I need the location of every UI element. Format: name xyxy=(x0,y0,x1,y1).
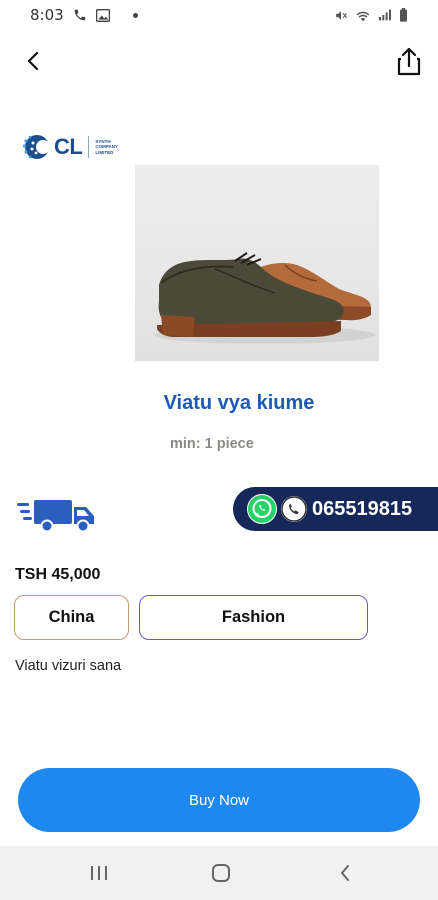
share-button[interactable] xyxy=(394,44,424,78)
signal-icon xyxy=(378,9,392,21)
status-bar: 8:03 xyxy=(0,0,438,30)
recent-apps-button[interactable] xyxy=(84,860,114,886)
back-button[interactable] xyxy=(18,46,48,76)
buy-now-button[interactable]: Buy Now xyxy=(18,768,420,832)
wifi-icon xyxy=(355,9,371,22)
home-button[interactable] xyxy=(206,860,236,886)
recent-apps-icon xyxy=(91,866,107,880)
product-title: Viatu vya kiume xyxy=(163,392,315,414)
image-icon xyxy=(95,8,110,22)
phone-icon xyxy=(281,496,307,522)
home-icon xyxy=(212,864,230,882)
phone-number: 065519815 xyxy=(312,497,413,520)
call-icon xyxy=(73,8,87,22)
logo-subtext: SYNTH COMPANY LIMITED xyxy=(95,138,118,155)
system-back-button[interactable] xyxy=(330,860,360,886)
share-icon xyxy=(397,47,421,76)
mute-icon xyxy=(334,9,348,22)
logo-brand-text: CL xyxy=(54,134,83,159)
battery-icon xyxy=(399,8,408,22)
product-description: Viatu vizuri sana xyxy=(15,658,122,674)
arrow-left-icon xyxy=(27,51,39,71)
product-image[interactable] xyxy=(135,165,379,361)
product-card[interactable]: CL SYNTH COMPANY LIMITED Viatu vya kiume… xyxy=(12,100,410,472)
back-icon xyxy=(341,865,349,881)
buy-now-label: Buy Now xyxy=(188,791,250,809)
category-tag-label: Fashion xyxy=(221,608,286,626)
status-time: 8:03 xyxy=(30,6,64,24)
delivery-truck-icon xyxy=(17,497,97,533)
origin-tag-label: China xyxy=(48,608,95,626)
origin-tag[interactable]: China xyxy=(14,595,129,640)
price-label: TSH 45,000 xyxy=(15,566,101,583)
contact-whatsapp-button[interactable]: 065519815 xyxy=(233,487,438,531)
company-logo: CL SYNTH COMPANY LIMITED xyxy=(22,133,135,161)
app-bar xyxy=(0,40,438,84)
system-nav-bar xyxy=(0,846,438,900)
whatsapp-icon xyxy=(247,494,277,524)
logo-mark-icon xyxy=(22,133,50,161)
min-order-label: min: 1 piece xyxy=(170,436,254,452)
dot-icon xyxy=(132,12,138,18)
logo-divider xyxy=(88,136,90,158)
category-tag[interactable]: Fashion xyxy=(139,595,368,640)
